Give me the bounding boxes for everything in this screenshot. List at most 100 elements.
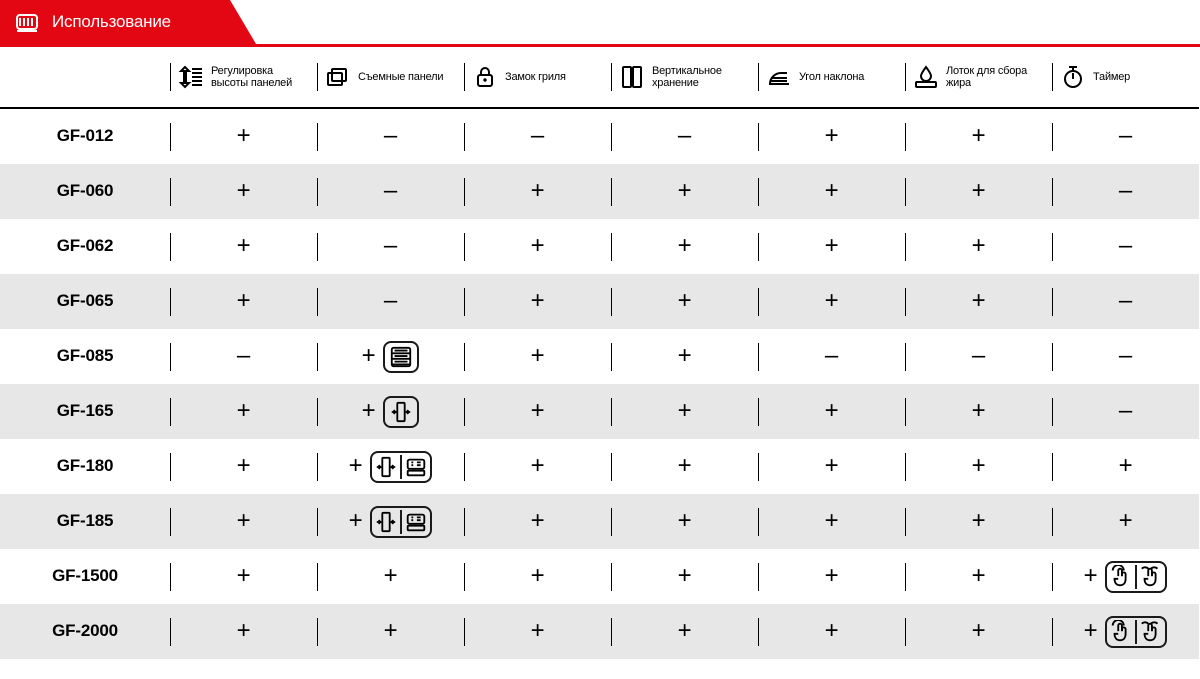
cell-value: – xyxy=(1119,398,1132,424)
data-cell: + xyxy=(170,604,317,659)
data-cell: + xyxy=(464,604,611,659)
data-cell: + xyxy=(170,384,317,439)
cell-value: + xyxy=(678,563,692,589)
data-cell: – xyxy=(464,109,611,164)
cell-value: + xyxy=(362,398,376,424)
cell-value: + xyxy=(531,618,545,644)
column-label: Вертикальное хранение xyxy=(652,65,750,89)
swipe xyxy=(1139,565,1163,589)
data-cell: + xyxy=(905,164,1052,219)
data-cell: – xyxy=(1052,329,1199,384)
data-cell: + xyxy=(611,164,758,219)
cell-value: – xyxy=(972,343,985,369)
data-cell: – xyxy=(758,329,905,384)
model-cell: GF-1500 xyxy=(0,549,170,604)
cell-value: + xyxy=(531,343,545,369)
cell-value: + xyxy=(237,563,251,589)
cell-value: + xyxy=(972,398,986,424)
cell-value: – xyxy=(237,343,250,369)
column-label: Угол наклона xyxy=(799,71,864,83)
cell-value: + xyxy=(531,288,545,314)
model-name: GF-085 xyxy=(57,347,113,366)
data-cell: + xyxy=(317,549,464,604)
data-cell: + xyxy=(170,274,317,329)
cell-value: + xyxy=(678,453,692,479)
swap xyxy=(374,455,398,479)
data-cell: + xyxy=(464,439,611,494)
data-cell: – xyxy=(1052,164,1199,219)
column-header-remov: Съемные панели xyxy=(317,47,464,107)
cell-value: + xyxy=(972,233,986,259)
cell-value: + xyxy=(678,178,692,204)
model-name: GF-1500 xyxy=(52,567,118,586)
data-cell: – xyxy=(1052,274,1199,329)
comparison-table: Регулировка высоты панелей Съемные панел… xyxy=(0,47,1200,659)
model-cell: GF-2000 xyxy=(0,604,170,659)
data-cell: + xyxy=(170,109,317,164)
cell-value: – xyxy=(384,123,397,149)
column-header-drip: Лоток для сбора жира xyxy=(905,47,1052,107)
model-name: GF-180 xyxy=(57,457,113,476)
section-title: Использование xyxy=(52,13,171,32)
swap xyxy=(374,510,398,534)
cell-value: – xyxy=(1119,343,1132,369)
data-cell: + xyxy=(317,384,464,439)
cell-value: + xyxy=(825,398,839,424)
data-cell: + xyxy=(611,549,758,604)
cell-value: + xyxy=(825,618,839,644)
data-cell: – xyxy=(317,274,464,329)
feature-badge xyxy=(370,451,432,483)
data-cell: + xyxy=(905,439,1052,494)
cell-value: + xyxy=(678,508,692,534)
section-banner: Использование xyxy=(0,0,230,44)
cell-value: + xyxy=(825,123,839,149)
column-label: Съемные панели xyxy=(358,71,443,83)
cell-value: + xyxy=(531,178,545,204)
cell-value: – xyxy=(678,123,691,149)
grill-lock-icon xyxy=(472,64,498,90)
data-cell: + xyxy=(464,494,611,549)
cell-value: + xyxy=(972,288,986,314)
data-cell: + xyxy=(611,604,758,659)
model-name: GF-065 xyxy=(57,292,113,311)
data-cell: + xyxy=(170,164,317,219)
data-cell: – xyxy=(1052,109,1199,164)
data-cell: + xyxy=(1052,604,1199,659)
cell-value: + xyxy=(531,508,545,534)
cell-value: + xyxy=(531,398,545,424)
cell-value: + xyxy=(972,453,986,479)
data-cell: + xyxy=(758,274,905,329)
column-header-model xyxy=(0,47,170,107)
model-name: GF-012 xyxy=(57,127,113,146)
cell-value: + xyxy=(1119,453,1133,479)
data-cell: + xyxy=(317,604,464,659)
data-cell: + xyxy=(905,494,1052,549)
tilt-angle-icon xyxy=(766,64,792,90)
data-cell: + xyxy=(317,494,464,549)
model-cell: GF-012 xyxy=(0,109,170,164)
data-cell: + xyxy=(464,549,611,604)
cell-value: – xyxy=(1119,233,1132,259)
cell-value: + xyxy=(678,233,692,259)
data-cell: + xyxy=(464,274,611,329)
dish xyxy=(404,455,428,479)
cell-value: + xyxy=(531,453,545,479)
column-label: Регулировка высоты панелей xyxy=(211,65,309,89)
data-cell: – xyxy=(170,329,317,384)
grill-logo-icon xyxy=(14,9,40,35)
vertical-storage-icon xyxy=(619,64,645,90)
data-cell: + xyxy=(905,109,1052,164)
cell-value: + xyxy=(237,288,251,314)
data-cell: + xyxy=(170,439,317,494)
data-cell: – xyxy=(317,164,464,219)
model-cell: GF-062 xyxy=(0,219,170,274)
cell-value: + xyxy=(237,618,251,644)
feature-badge xyxy=(383,396,419,428)
data-cell: + xyxy=(758,604,905,659)
model-name: GF-062 xyxy=(57,237,113,256)
data-cell: + xyxy=(905,274,1052,329)
model-name: GF-185 xyxy=(57,512,113,531)
cell-value: + xyxy=(237,178,251,204)
column-header-height: Регулировка высоты панелей xyxy=(170,47,317,107)
data-cell: + xyxy=(317,439,464,494)
